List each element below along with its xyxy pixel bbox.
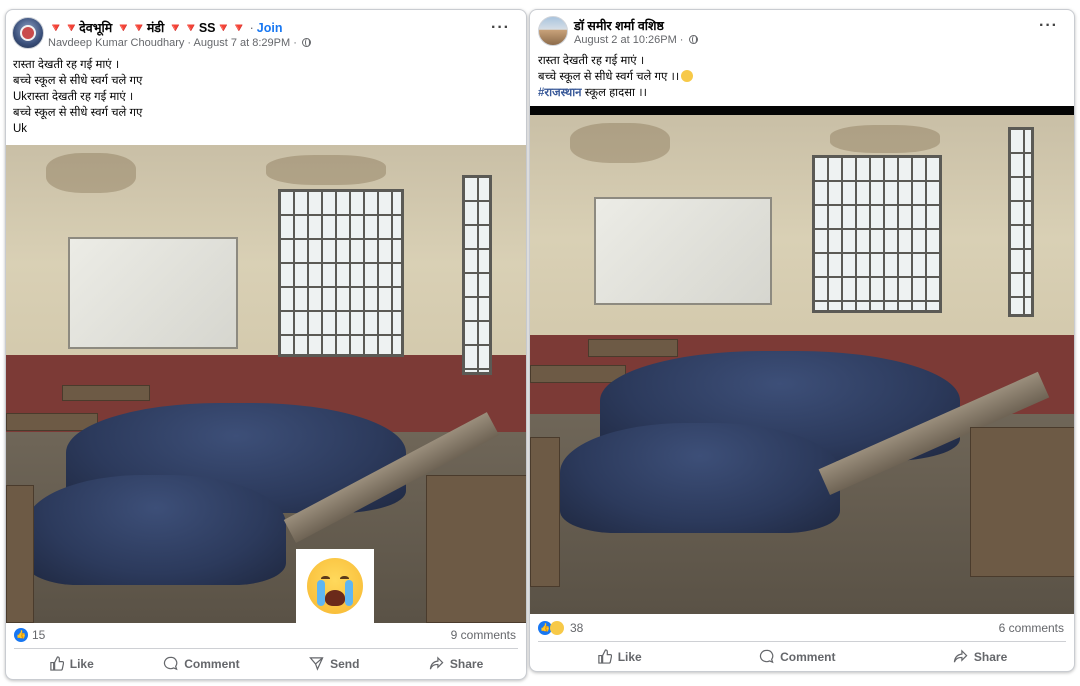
hashtag-link[interactable]: #राजस्थान xyxy=(538,87,582,99)
post-timestamp[interactable]: August 7 at 8:29PM xyxy=(194,37,291,49)
more-options-icon[interactable]: ··· xyxy=(1039,18,1058,34)
post-header: 🔻🔻देवभूमि 🔻🔻मंडी 🔻🔻SS🔻🔻 · Join Navdeep Kum… xyxy=(6,10,526,50)
post-meta: August 2 at 10:26PM · xyxy=(574,34,698,46)
like-label: Like xyxy=(617,649,642,664)
share-label: Share xyxy=(449,656,484,671)
globe-icon xyxy=(688,35,698,44)
send-label: Send xyxy=(330,656,360,671)
like-icon xyxy=(597,649,612,664)
post-actions: Like Comment Send Share xyxy=(14,648,518,678)
post-text: रास्ता देखती रह गई माएं । बच्चे स्कूल से… xyxy=(538,53,694,101)
group-avatar[interactable] xyxy=(12,17,44,49)
comment-button[interactable]: Comment xyxy=(749,645,845,668)
post-text-line: बच्चे स्कूल से सीधे स्वर्ग चले गए ।। xyxy=(538,69,694,85)
post-text-line: रास्ता देखती रह गई माएं । xyxy=(538,55,645,67)
author-name[interactable]: Navdeep Kumar Choudhary xyxy=(48,37,184,49)
reaction-count[interactable]: 38 xyxy=(570,621,583,635)
post-text-line: Uk xyxy=(13,123,28,135)
author-avatar[interactable] xyxy=(538,16,568,46)
more-options-icon[interactable]: ··· xyxy=(491,20,510,36)
separator-dot: · xyxy=(249,21,254,35)
sad-emoji-icon xyxy=(681,70,694,82)
classroom-collapse-image xyxy=(6,145,526,623)
share-icon xyxy=(429,656,444,670)
facebook-post-left: 🔻🔻देवभूमि 🔻🔻मंडी 🔻🔻SS🔻🔻 · Join Navdeep Kum… xyxy=(5,9,527,680)
post-timestamp[interactable]: August 2 at 10:26PM xyxy=(574,34,677,46)
join-button[interactable]: Join xyxy=(257,21,283,35)
send-button[interactable]: Send xyxy=(299,652,369,675)
post-meta: Navdeep Kumar Choudhary · August 7 at 8:… xyxy=(48,37,311,49)
like-label: Like xyxy=(69,656,94,671)
comment-count[interactable]: 6 comments xyxy=(999,621,1064,635)
post-title-line: डॉ समीर शर्मा वशिष्ठ xyxy=(574,17,664,34)
comment-icon xyxy=(164,656,178,671)
post-title-line: 🔻🔻देवभूमि 🔻🔻मंडी 🔻🔻SS🔻🔻 · Join xyxy=(48,19,283,36)
like-button[interactable]: Like xyxy=(39,652,104,675)
send-icon xyxy=(309,657,324,671)
share-label: Share xyxy=(973,649,1008,664)
post-photo[interactable] xyxy=(530,106,1074,614)
post-text-line: बच्चे स्कूल से सीधे स्वर्ग चले गए xyxy=(13,107,143,119)
like-icon xyxy=(50,656,64,671)
reaction-count[interactable]: 15 xyxy=(32,628,45,642)
reaction-stats: 15 9 comments xyxy=(6,624,526,646)
group-name[interactable]: 🔻🔻देवभूमि 🔻🔻मंडी 🔻🔻SS🔻🔻 xyxy=(48,21,247,35)
comment-button[interactable]: Comment xyxy=(153,652,249,675)
comment-label: Comment xyxy=(184,656,240,671)
author-name[interactable]: डॉ समीर शर्मा वशिष्ठ xyxy=(574,19,664,33)
post-text-line: बच्चे स्कूल से सीधे स्वर्ग चले गए xyxy=(13,75,143,87)
crying-face-emoji xyxy=(296,549,374,623)
share-button[interactable]: Share xyxy=(419,652,493,675)
comment-label: Comment xyxy=(780,649,836,664)
globe-icon xyxy=(301,38,311,47)
post-text-line: #राजस्थान स्कूल हादसा ।। xyxy=(538,87,647,99)
facebook-post-right: डॉ समीर शर्मा वशिष्ठ August 2 at 10:26PM… xyxy=(529,9,1075,672)
share-button[interactable]: Share xyxy=(943,645,1017,668)
post-text-line: रास्ता देखती रह गई माएं । xyxy=(13,59,120,71)
share-icon xyxy=(953,649,968,663)
like-button[interactable]: Like xyxy=(587,645,652,668)
post-text: रास्ता देखती रह गई माएं । बच्चे स्कूल से… xyxy=(13,57,142,137)
comment-icon xyxy=(760,649,774,664)
post-text-line: Ukरास्ता देखती रह गई माएं । xyxy=(13,91,134,103)
post-actions: Like Comment Share xyxy=(538,641,1066,671)
comment-count[interactable]: 9 comments xyxy=(451,628,516,642)
classroom-collapse-image xyxy=(530,115,1074,614)
sad-reaction-icon[interactable] xyxy=(550,621,564,635)
reaction-stats: 38 6 comments xyxy=(530,617,1074,639)
post-photo[interactable] xyxy=(6,145,526,623)
like-reaction-icon[interactable] xyxy=(14,628,28,642)
post-header: डॉ समीर शर्मा वशिष्ठ August 2 at 10:26PM… xyxy=(530,10,1074,50)
